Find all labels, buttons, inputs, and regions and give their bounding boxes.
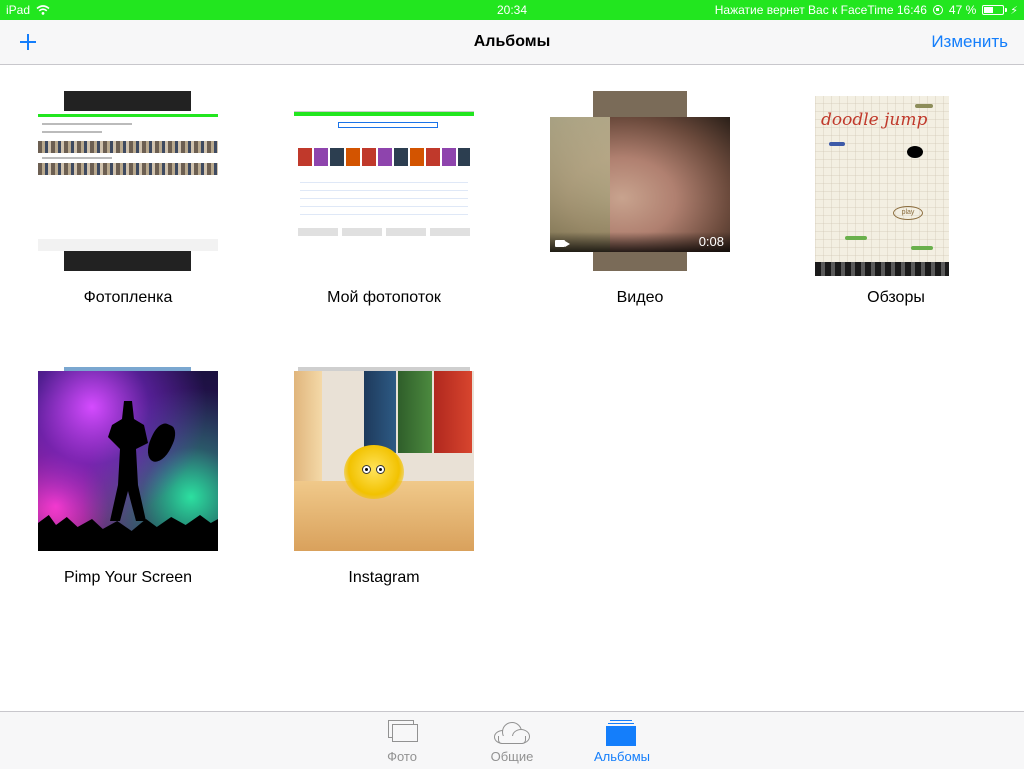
doodle-jump-title: doodle jump [821,110,928,130]
album-my-photo-stream[interactable]: Мой фотопоток [284,91,484,306]
tab-shared[interactable]: Общие [462,712,562,769]
rotation-lock-icon [932,5,943,15]
album-label: Мой фотопоток [327,289,441,306]
guitar-silhouette [142,420,180,466]
album-pimp-your-screen[interactable]: Pimp Your Screen [28,367,228,586]
album-thumbnail: doodle jump play [806,91,986,276]
cloud-icon [494,722,530,744]
album-thumbnail [294,367,474,551]
page-title: Альбомы [473,33,551,50]
doodle-jump-screenshot: doodle jump play [815,96,949,276]
concert-image [38,371,218,551]
album-video[interactable]: 0:08 Видео [540,91,740,306]
album-label: Фотопленка [83,289,173,306]
battery-percent: 47 % [948,3,977,17]
yellow-pompom [344,445,404,499]
album-label: Pimp Your Screen [63,569,193,586]
album-reviews[interactable]: doodle jump play Обзоры [796,91,996,306]
status-left: iPad [6,0,50,20]
album-thumbnail [38,367,218,551]
edit-button[interactable]: Изменить [931,20,1008,64]
googly-eye [362,465,371,474]
battery-fill [984,7,993,13]
album-label: Обзоры [867,289,925,306]
bookshelf-photo [294,371,474,551]
album-label: Видео [616,289,664,306]
googly-eye [376,465,385,474]
status-bar: iPad 20:34 Нажатие вернет Вас к FaceTime… [0,0,1024,20]
navigation-bar: Альбомы Изменить [0,20,1024,65]
tab-label: Альбомы [594,749,650,764]
return-to-call-link[interactable]: Нажатие вернет Вас к FaceTime 16:46 [715,3,927,17]
play-label: play [893,206,923,220]
album-thumbnail [38,91,218,271]
tab-albums[interactable]: Альбомы [572,712,672,769]
battery-icon [982,5,1008,15]
photos-icon [388,720,418,744]
albums-icon [606,720,636,746]
album-thumbnail: 0:08 [550,91,730,271]
thumb-screenshot [294,111,474,252]
album-thumbnail [294,91,474,271]
video-frame: 0:08 [550,117,730,252]
wifi-icon [36,5,50,15]
album-camera-roll[interactable]: Фотопленка [28,91,228,306]
tab-bar: Фото Общие Альбомы [0,711,1024,769]
thumb-screenshot [38,111,218,251]
tab-label: Общие [490,749,534,764]
singer-silhouette [108,401,148,521]
charging-bolt-icon: ⚡ [1010,4,1018,17]
album-instagram[interactable]: Instagram [284,367,484,586]
device-name: iPad [6,3,31,17]
tab-photos[interactable]: Фото [352,712,452,769]
video-camera-icon [555,240,570,247]
tab-label: Фото [387,749,417,764]
video-duration: 0:08 [698,234,724,249]
album-label: Instagram [348,569,420,586]
crowd-silhouette [38,515,218,551]
status-right: Нажатие вернет Вас к FaceTime 16:46 47 %… [715,0,1018,20]
